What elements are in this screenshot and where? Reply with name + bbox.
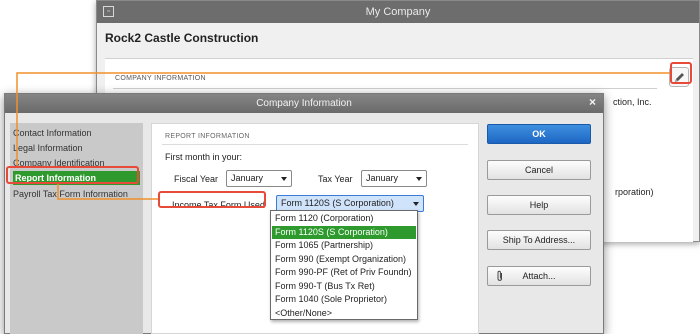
tax-year-select[interactable]: January xyxy=(361,170,427,187)
option-form-990-t[interactable]: Form 990-T (Bus Tx Ret) xyxy=(272,280,416,294)
nav-item-report-information[interactable]: Report Information xyxy=(13,171,140,185)
report-information-header: REPORT INFORMATION xyxy=(165,133,250,140)
option-form-990-pf[interactable]: Form 990-PF (Ret of Priv Foundn) xyxy=(272,266,416,280)
option-form-1120[interactable]: Form 1120 (Corporation) xyxy=(272,212,416,226)
section-divider xyxy=(113,88,657,89)
dialog-titlebar: Company Information × xyxy=(5,94,603,113)
dialog-title: Company Information xyxy=(256,98,352,109)
income-tax-form-value: Form 1120S (S Corporation) xyxy=(281,198,394,208)
income-tax-form-label: Income Tax Form Used xyxy=(172,200,265,210)
nav-item-payroll-tax-form-information[interactable]: Payroll Tax Form Information xyxy=(13,187,128,201)
ok-button[interactable]: OK xyxy=(487,124,591,144)
option-form-1120s[interactable]: Form 1120S (S Corporation) xyxy=(272,225,416,239)
help-button[interactable]: Help xyxy=(487,195,591,215)
option-form-1065[interactable]: Form 1065 (Partnership) xyxy=(272,239,416,253)
ship-to-address-button[interactable]: Ship To Address... xyxy=(487,230,591,250)
attach-label: Attach... xyxy=(522,271,556,281)
option-form-1040[interactable]: Form 1040 (Sole Proprietor) xyxy=(272,293,416,307)
first-month-label: First month in your: xyxy=(165,152,243,162)
company-name: Rock2 Castle Construction xyxy=(105,31,259,45)
attach-button[interactable]: Attach... xyxy=(487,266,591,286)
nav-item-legal-information[interactable]: Legal Information xyxy=(13,141,83,155)
chevron-down-icon xyxy=(281,177,287,181)
option-other-none[interactable]: <Other/None> xyxy=(272,307,416,321)
edit-company-button[interactable] xyxy=(669,67,689,87)
close-icon[interactable]: × xyxy=(586,96,599,109)
cancel-button[interactable]: Cancel xyxy=(487,160,591,180)
nav-item-contact-information[interactable]: Contact Information xyxy=(13,126,92,140)
pencil-icon xyxy=(675,73,684,82)
panel-divider xyxy=(162,144,468,145)
fiscal-year-label: Fiscal Year xyxy=(174,174,219,184)
company-information-header: COMPANY INFORMATION xyxy=(115,75,206,82)
dialog-nav: Contact Information Legal Information Co… xyxy=(10,123,143,334)
my-company-title: My Company xyxy=(365,6,431,18)
option-form-990[interactable]: Form 990 (Exempt Organization) xyxy=(272,253,416,267)
tax-year-value: January xyxy=(366,173,399,183)
fiscal-year-select[interactable]: January xyxy=(226,170,292,187)
chevron-down-icon xyxy=(416,177,422,181)
nav-item-company-identification[interactable]: Company Identification xyxy=(13,156,105,170)
chevron-down-icon xyxy=(413,202,419,206)
my-company-titlebar: ▫ My Company xyxy=(97,1,699,23)
income-tax-form-options: Form 1120 (Corporation) Form 1120S (S Co… xyxy=(270,210,418,320)
tax-year-label: Tax Year xyxy=(318,174,353,184)
paperclip-icon xyxy=(497,270,502,281)
tax-form-partial: rporation) xyxy=(615,187,654,197)
legal-name-partial: ction, Inc. xyxy=(613,97,652,107)
fiscal-year-value: January xyxy=(231,173,264,183)
